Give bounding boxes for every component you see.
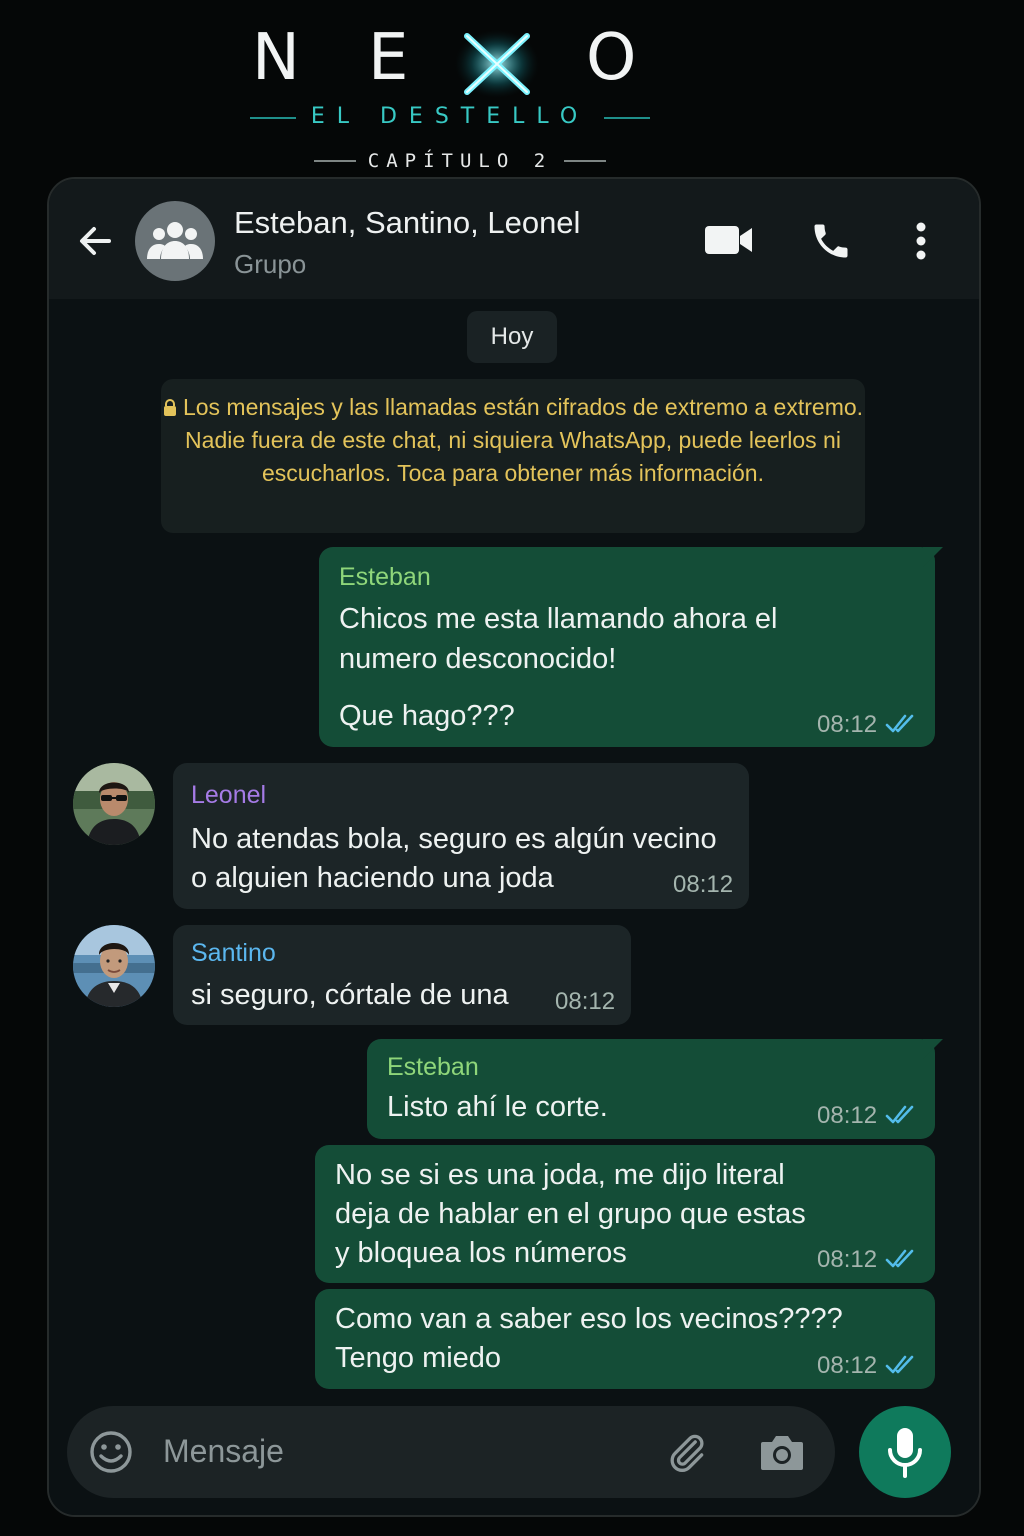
video-call-icon[interactable] (704, 223, 754, 257)
group-people-icon (147, 222, 203, 259)
logo-x-glow-icon (455, 30, 539, 98)
message-text-line: y bloquea los números (335, 1237, 627, 1269)
message-text-line: numero desconocido! (339, 643, 617, 675)
group-avatar[interactable] (135, 201, 215, 281)
message-text-line: Chicos me esta llamando ahora el (339, 603, 778, 635)
encryption-notice-text: Los mensajes y las llamadas están cifrad… (182, 394, 864, 486)
leonel-avatar[interactable] (73, 763, 155, 845)
chat-messages[interactable]: Hoy Los mensajes y las llamadas están ci… (49, 299, 979, 1515)
chat-window: Esteban, Santino, Leonel Grupo Hoy Los m… (47, 177, 981, 1517)
message-sender: Esteban (387, 1053, 479, 1081)
message-text-line: No atendas bola, seguro es algún vecino (191, 823, 717, 855)
message-outgoing[interactable]: No se si es una joda, me dijo literal de… (315, 1145, 935, 1283)
brand-header: N E O EL DESTELLO CAPÍTULO 2 (0, 0, 1024, 178)
read-ticks-icon (885, 714, 914, 733)
read-ticks-icon (885, 1249, 914, 1268)
person-photo (73, 763, 155, 845)
lock-icon (163, 399, 176, 416)
phone-call-icon[interactable] (809, 219, 853, 263)
subtitle-row: EL DESTELLO (250, 102, 650, 132)
message-time: 08:12 (817, 711, 878, 738)
message-time: 08:12 (817, 1352, 878, 1379)
bubble-tail (923, 1039, 943, 1059)
divider (604, 117, 650, 119)
message-text-line: Como van a saber eso los vecinos???? (335, 1303, 843, 1335)
message-incoming[interactable]: Santino si seguro, córtale de una 08:12 (173, 925, 631, 1025)
message-sender: Esteban (339, 563, 431, 591)
message-sender: Santino (191, 939, 276, 967)
camera-icon[interactable] (759, 1432, 805, 1472)
message-text-line: No se si es una joda, me dijo literal (335, 1159, 785, 1191)
emoji-icon[interactable] (89, 1430, 133, 1474)
message-outgoing[interactable]: Esteban Listo ahí le corte. 08:12 (367, 1039, 943, 1139)
chat-subtitle: Grupo (234, 249, 307, 279)
message-time: 08:12 (817, 1246, 878, 1273)
more-options-icon[interactable] (915, 221, 927, 261)
message-text-line: Listo ahí le corte. (387, 1091, 608, 1123)
chapter-row: CAPÍTULO 2 (310, 147, 610, 175)
message-time: 08:12 (555, 988, 616, 1015)
chat-header: Esteban, Santino, Leonel Grupo (49, 179, 979, 299)
chapter-label: CAPÍTULO 2 (367, 150, 553, 172)
chat-title[interactable]: Esteban, Santino, Leonel (234, 205, 580, 241)
bubble-tail (923, 547, 943, 567)
person-photo (73, 925, 155, 1007)
back-arrow-icon[interactable] (75, 221, 115, 261)
message-time: 08:12 (673, 871, 734, 898)
message-time: 08:12 (817, 1102, 878, 1129)
message-text-line: Que hago??? (339, 700, 515, 732)
message-text-line: si seguro, córtale de una (191, 979, 509, 1011)
message-incoming[interactable]: Leonel No atendas bola, seguro es algún … (173, 763, 749, 909)
message-text-line: deja de hablar en el grupo que estas (335, 1198, 806, 1230)
voice-record-button[interactable] (859, 1406, 951, 1498)
message-composer[interactable]: Mensaje (67, 1406, 835, 1498)
logo-letter-o: O (586, 21, 637, 95)
message-outgoing[interactable]: Esteban Chicos me esta llamando ahora el… (319, 547, 943, 747)
logo-letter-n: N (252, 21, 300, 95)
divider (314, 160, 356, 162)
logo: N E O (0, 21, 1024, 98)
encryption-notice[interactable]: Los mensajes y las llamadas están cifrad… (161, 379, 865, 533)
message-sender: Leonel (191, 781, 267, 809)
read-ticks-icon (885, 1355, 914, 1374)
santino-avatar[interactable] (73, 925, 155, 1007)
message-outgoing[interactable]: Como van a saber eso los vecinos???? Ten… (315, 1289, 935, 1389)
divider (564, 160, 606, 162)
date-separator: Hoy (467, 311, 557, 363)
attach-clip-icon[interactable] (665, 1430, 709, 1474)
message-input[interactable]: Mensaje (163, 1433, 284, 1470)
message-text-line: o alguien haciendo una joda (191, 862, 554, 894)
logo-letter-e: E (368, 21, 409, 95)
message-text-line: Tengo miedo (335, 1342, 502, 1374)
divider (250, 117, 296, 119)
microphone-icon (888, 1428, 922, 1478)
subtitle: EL DESTELLO (310, 104, 590, 129)
read-ticks-icon (885, 1105, 914, 1124)
